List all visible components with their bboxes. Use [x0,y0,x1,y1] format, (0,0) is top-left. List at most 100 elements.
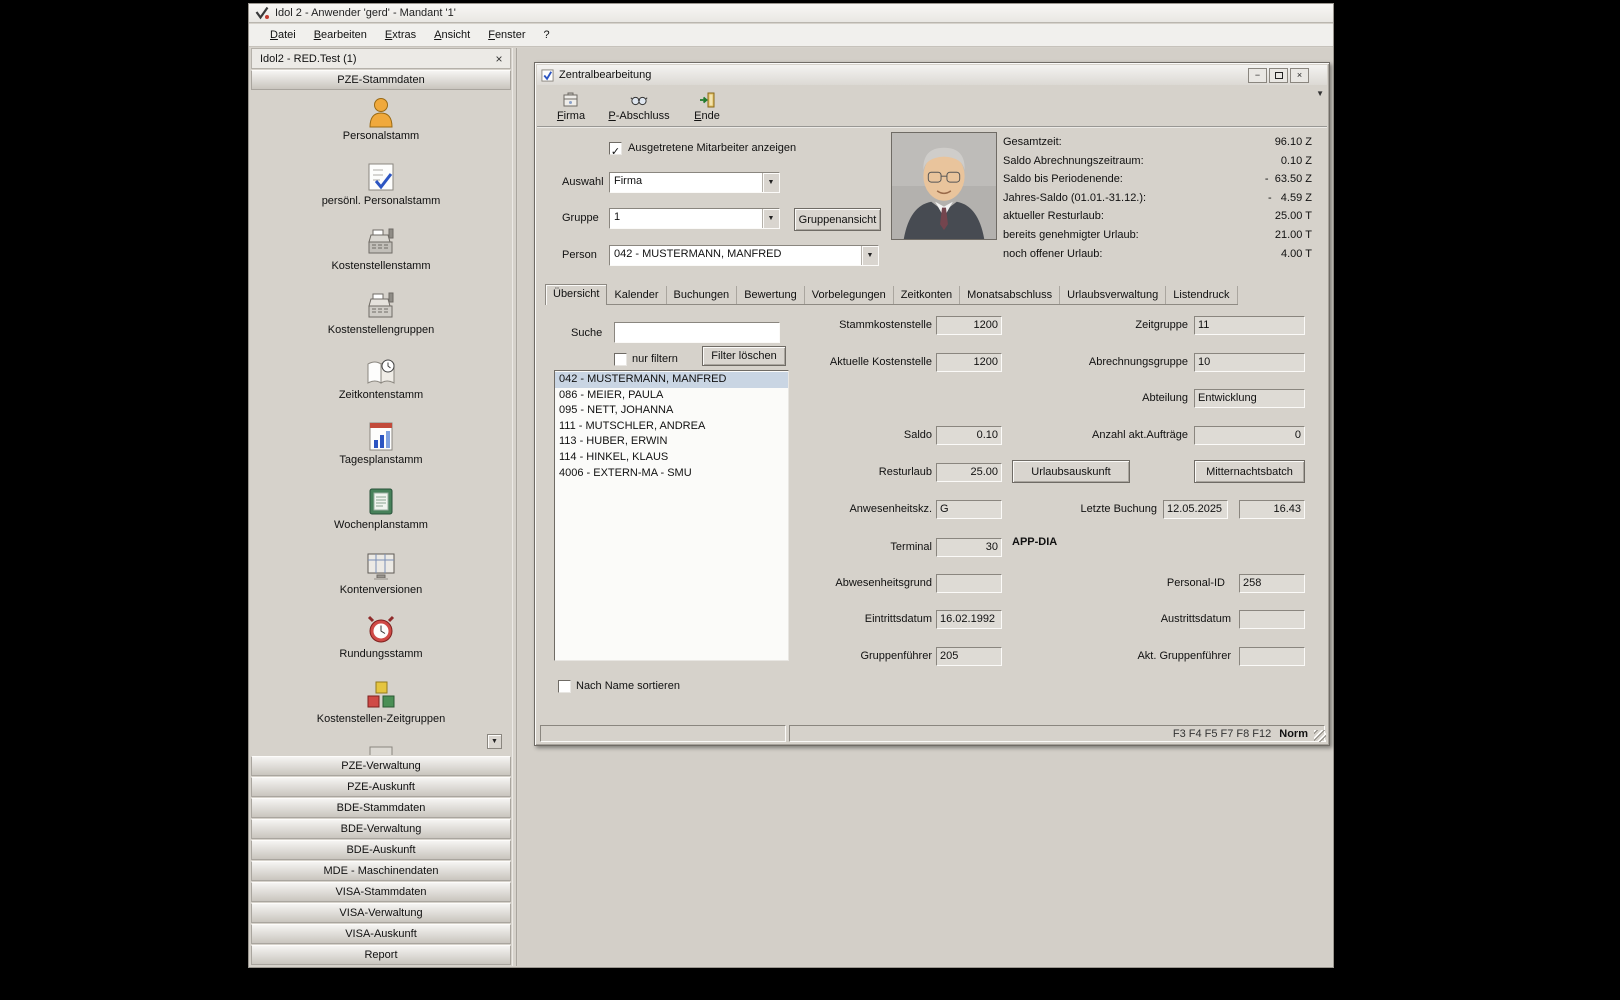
auswahl-combobox[interactable]: Firma ▼ [609,172,780,193]
personal-id-label: Personal-ID [1087,577,1225,589]
menu-fenster[interactable]: Fenster [479,25,534,45]
eintrittsdatum-field[interactable]: 16.02.1992 [936,610,1002,629]
anzahl-auftraege-field[interactable]: 0 [1194,426,1305,445]
app-titlebar[interactable]: Idol 2 - Anwender 'gerd' - Mandant '1' [249,4,1333,23]
sidebar-section-visa-verwaltung[interactable]: VISA-Verwaltung [251,903,511,923]
sidebar-item-label: Personalstamm [343,130,419,142]
personal-id-field[interactable]: 258 [1239,574,1305,593]
maximize-icon[interactable] [1269,68,1288,83]
cubes-icon [364,679,398,712]
screen: Idol 2 - Anwender 'gerd' - Mandant '1' D… [0,0,1620,1000]
abwesenheitsgrund-field[interactable] [936,574,1002,593]
toolbar-overflow-icon[interactable]: ▼ [1316,89,1324,98]
sidebar: Idol2 - RED.Test (1) × PZE-Stammdaten Pe… [251,48,511,966]
list-item[interactable]: 086 - MEIER, PAULA [555,388,788,404]
list-item[interactable]: 113 - HUBER, ERWIN [555,434,788,450]
person-combobox[interactable]: 042 - MUSTERMANN, MANFRED ▼ [609,245,879,266]
show-exited-label: Ausgetretene Mitarbeiter anzeigen [628,142,796,154]
sidebar-scroll-down-icon[interactable]: ▼ [487,734,502,749]
urlaubsauskunft-button[interactable]: Urlaubsauskunft [1012,460,1130,483]
tab-bewertung[interactable]: Bewertung [737,286,805,304]
nur-filtern-checkbox[interactable] [614,353,627,366]
sidebar-item-zeitkontenstamm[interactable]: Zeitkontenstamm [251,355,511,420]
sidebar-section-visa-stammdaten[interactable]: VISA-Stammdaten [251,882,511,902]
close-icon[interactable]: × [1290,68,1309,83]
sidebar-section-bde-stammdaten[interactable]: BDE-Stammdaten [251,798,511,818]
menu-hilfe[interactable]: ? [535,25,559,45]
show-exited-checkbox[interactable] [609,142,622,155]
tab-vorbelegungen[interactable]: Vorbelegungen [805,286,894,304]
terminal-field[interactable]: 30 [936,538,1002,557]
abrechnungsgruppe-field[interactable]: 10 [1194,353,1305,372]
aktuelle-kostenstelle-field[interactable]: 1200 [936,353,1002,372]
tab-listendruck[interactable]: Listendruck [1166,286,1237,304]
sidebar-item-partial[interactable] [251,744,511,755]
sidebar-item-label: Kostenstellengruppen [328,324,434,336]
sidebar-section-visa-auskunft[interactable]: VISA-Auskunft [251,924,511,944]
search-input[interactable] [614,322,780,343]
sidebar-splitter[interactable] [512,48,517,966]
sidebar-item-persoenl-personalstamm[interactable]: persönl. Personalstamm [251,161,511,226]
menu-datei[interactable]: Datei [261,25,305,45]
tab-buchungen[interactable]: Buchungen [667,286,738,304]
stat-row: Jahres-Saldo (01.01.-31.12.):- 4.59 Z [1003,192,1312,211]
sidebar-item-wochenplanstamm[interactable]: Wochenplanstamm [251,485,511,550]
menu-bearbeiten[interactable]: Bearbeiten [305,25,376,45]
resturlaub-field[interactable]: 25.00 [936,463,1002,482]
zeitgruppe-field[interactable]: 11 [1194,316,1305,335]
minimize-icon[interactable]: − [1248,68,1267,83]
akt-gruppenfuehrer-field[interactable] [1239,647,1305,666]
person-icon [364,96,398,129]
sidebar-item-kontenversionen[interactable]: Kontenversionen [251,550,511,615]
stat-label: noch offener Urlaub: [1003,248,1102,267]
list-item[interactable]: 111 - MUTSCHLER, ANDREA [555,419,788,435]
list-item[interactable]: 042 - MUSTERMANN, MANFRED [555,372,788,388]
list-item[interactable]: 095 - NETT, JOHANNA [555,403,788,419]
abteilung-field[interactable]: Entwicklung [1194,389,1305,408]
sidebar-section-pze-auskunft[interactable]: PZE-Auskunft [251,777,511,797]
nach-name-sortieren-checkbox[interactable] [558,680,571,693]
sidebar-section-bde-verwaltung[interactable]: BDE-Verwaltung [251,819,511,839]
sidebar-section-pze-verwaltung[interactable]: PZE-Verwaltung [251,756,511,776]
letzte-buchung-zeit-field[interactable]: 16.43 [1239,500,1305,519]
gruppe-combobox[interactable]: 1 ▼ [609,208,780,229]
sidebar-section-pze-stammdaten[interactable]: PZE-Stammdaten [251,70,511,90]
anwesenheitskz-field[interactable]: G [936,500,1002,519]
sidebar-item-personalstamm[interactable]: Personalstamm [251,96,511,161]
p-abschluss-button[interactable]: P-Abschluss [607,88,671,124]
austrittsdatum-field[interactable] [1239,610,1305,629]
menu-extras[interactable]: Extras [376,25,425,45]
menu-ansicht[interactable]: Ansicht [425,25,479,45]
gruppenansicht-button[interactable]: Gruppenansicht [794,208,881,231]
sidebar-item-kostenstellenstamm[interactable]: Kostenstellenstamm [251,226,511,291]
inner-titlebar[interactable]: Zentralbearbeitung − × [537,65,1327,85]
sidebar-item-rundungsstamm[interactable]: Rundungsstamm [251,614,511,679]
saldo-field[interactable]: 0.10 [936,426,1002,445]
chevron-down-icon[interactable]: ▼ [762,209,779,228]
stammkostenstelle-field[interactable]: 1200 [936,316,1002,335]
p-abschluss-label: P-Abschluss [608,110,669,122]
sidebar-section-bde-auskunft[interactable]: BDE-Auskunft [251,840,511,860]
sidebar-section-report[interactable]: Report [251,945,511,965]
chevron-down-icon[interactable]: ▼ [762,173,779,192]
chevron-down-icon[interactable]: ▼ [861,246,878,265]
list-item[interactable]: 4006 - EXTERN-MA - SMU [555,466,788,482]
tab-urlaubsverwaltung[interactable]: Urlaubsverwaltung [1060,286,1166,304]
resize-grip[interactable] [1314,730,1326,742]
list-item[interactable]: 114 - HINKEL, KLAUS [555,450,788,466]
tab-monatsabschluss[interactable]: Monatsabschluss [960,286,1060,304]
tab-zeitkonten[interactable]: Zeitkonten [894,286,960,304]
tab-kalender[interactable]: Kalender [607,286,666,304]
gruppenfuehrer-field[interactable]: 205 [936,647,1002,666]
sidebar-item-tagesplanstamm[interactable]: Tagesplanstamm [251,420,511,485]
letzte-buchung-datum-field[interactable]: 12.05.2025 [1163,500,1228,519]
sidebar-item-kostenstellen-zeitgruppen[interactable]: Kostenstellen-Zeitgruppen [251,679,511,744]
sidebar-section-mde-maschinendaten[interactable]: MDE - Maschinendaten [251,861,511,881]
firma-button[interactable]: Firma [539,88,603,124]
stat-value: 25.00 T [1275,210,1312,229]
tab-uebersicht[interactable]: Übersicht [545,284,607,305]
mitternachtsbatch-button[interactable]: Mitternachtsbatch [1194,460,1305,483]
ende-button[interactable]: Ende [675,88,739,124]
sidebar-close-icon[interactable]: × [491,51,507,67]
sidebar-item-kostenstellengruppen[interactable]: Kostenstellengruppen [251,290,511,355]
